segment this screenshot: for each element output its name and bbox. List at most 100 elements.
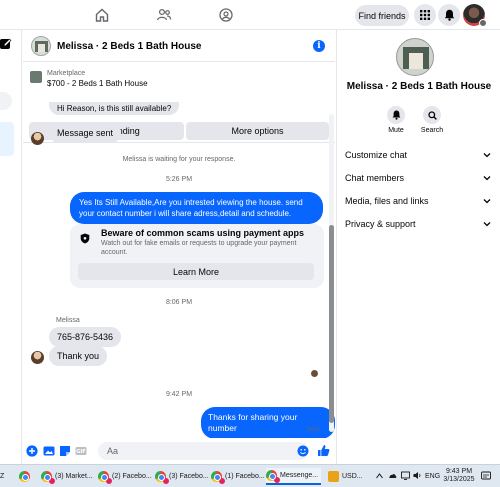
listing-title[interactable]: $700 - 2 Beds 1 Bath House bbox=[47, 79, 148, 88]
menu-grid-icon bbox=[420, 10, 430, 20]
mute-action[interactable]: Mute bbox=[381, 106, 411, 134]
currency-label: USD... bbox=[342, 473, 363, 480]
house-photo bbox=[35, 41, 48, 52]
search-icon bbox=[427, 110, 437, 120]
tray-overflow-chevron-icon[interactable] bbox=[376, 473, 383, 479]
message-bubble-incoming[interactable]: Message sent bbox=[49, 123, 122, 143]
taskbar-item-marketplace[interactable]: (3) Market... bbox=[41, 468, 93, 485]
network-icon[interactable] bbox=[401, 471, 410, 480]
clock-date: 3/13/2025 bbox=[443, 476, 475, 483]
chats-sidebar-strip bbox=[0, 30, 22, 464]
taskbar-item-facebook-3[interactable]: (3) Facebo... bbox=[155, 468, 209, 485]
taskbar-item-label: (2) Facebo... bbox=[112, 473, 152, 480]
taskbar-item-messenger[interactable]: Messenge... bbox=[266, 468, 322, 485]
chat-members-section[interactable]: Chat members bbox=[345, 168, 493, 188]
notifications-button[interactable] bbox=[438, 4, 460, 26]
profile-avatar[interactable] bbox=[463, 4, 487, 27]
windows-taskbar: Z (3) Market... (2) Facebo... (3) Facebo… bbox=[0, 464, 500, 487]
chrome-icon bbox=[98, 471, 112, 484]
chrome-icon bbox=[155, 471, 169, 484]
conversation-details-panel: Melissa · 2 Beds 1 Bath House Mute Searc… bbox=[336, 30, 500, 464]
taskbar-currency-widget[interactable]: USD... bbox=[328, 468, 363, 485]
gif-icon[interactable]: GIF bbox=[75, 445, 87, 457]
like-icon[interactable] bbox=[317, 444, 330, 457]
customize-chat-section[interactable]: Customize chat bbox=[345, 145, 493, 165]
conversation-pane: Melissa · 2 Beds 1 Bath House i Marketpl… bbox=[23, 30, 335, 464]
mute-label: Mute bbox=[388, 127, 404, 134]
emoji-icon[interactable] bbox=[297, 445, 309, 457]
top-navigation-bar: Find friends bbox=[0, 0, 500, 30]
messages-scrollbar-thumb[interactable] bbox=[329, 225, 334, 423]
bell-icon bbox=[392, 110, 400, 120]
clock-time: 9:43 PM bbox=[445, 468, 473, 475]
sender-name: Melissa bbox=[56, 317, 80, 324]
taskbar-item-label: (3) Facebo... bbox=[169, 473, 209, 480]
section-label: Media, files and links bbox=[345, 196, 429, 206]
currency-icon bbox=[328, 471, 339, 482]
chrome-icon bbox=[211, 471, 225, 484]
info-icon[interactable]: i bbox=[313, 40, 325, 52]
photo-icon[interactable] bbox=[43, 445, 55, 457]
shield-icon bbox=[80, 233, 90, 244]
chrome-icon bbox=[266, 470, 280, 483]
clock[interactable]: 9:43 PM 3/13/2025 bbox=[442, 468, 476, 484]
add-attachment-icon[interactable] bbox=[26, 445, 38, 457]
message-composer: GIF bbox=[23, 438, 335, 464]
message-timestamp: 8:06 PM bbox=[165, 299, 193, 306]
more-options-button[interactable]: More options bbox=[186, 122, 329, 140]
learn-more-button[interactable]: Learn More bbox=[78, 263, 314, 280]
message-bubble-outgoing[interactable]: Yes Its Still Available,Are you intreste… bbox=[70, 192, 323, 224]
active-conversation-edge[interactable] bbox=[0, 122, 14, 156]
chrome-icon bbox=[19, 471, 30, 482]
taskbar-chrome[interactable] bbox=[19, 468, 33, 485]
scam-warning-title: Beware of common scams using payment app… bbox=[101, 228, 305, 238]
sticker-icon[interactable] bbox=[59, 445, 71, 457]
chat-search-input-edge[interactable] bbox=[0, 92, 12, 110]
start-button-label: Z bbox=[0, 473, 5, 480]
friends-icon[interactable] bbox=[156, 7, 172, 23]
taskbar-item-facebook-1[interactable]: (1) Facebo... bbox=[211, 468, 265, 485]
seen-receipt-avatar bbox=[311, 370, 318, 377]
conversation-title[interactable]: Melissa · 2 Beds 1 Bath House bbox=[57, 41, 202, 52]
home-icon[interactable] bbox=[94, 7, 110, 23]
house-photo bbox=[403, 47, 429, 69]
sender-avatar[interactable] bbox=[31, 351, 44, 364]
search-label: Search bbox=[420, 127, 444, 134]
message-bubble-incoming-partial[interactable]: Hi Reason, is this still available? bbox=[49, 102, 180, 115]
message-bubble-incoming[interactable]: 765-876-5436 bbox=[49, 327, 122, 347]
onedrive-cloud-icon[interactable] bbox=[388, 471, 397, 480]
section-label: Chat members bbox=[345, 173, 405, 183]
groups-icon[interactable] bbox=[218, 7, 234, 23]
conversation-avatar[interactable] bbox=[31, 36, 51, 56]
waiting-notice: Melissa is waiting for your response. bbox=[122, 156, 236, 163]
marketplace-label: Marketplace bbox=[47, 70, 86, 77]
chevron-down-icon bbox=[483, 199, 491, 204]
details-avatar[interactable] bbox=[396, 38, 434, 76]
media-files-links-section[interactable]: Media, files and links bbox=[345, 191, 493, 211]
menu-grid-button[interactable] bbox=[414, 4, 436, 26]
details-name: Melissa · 2 Beds 1 Bath House bbox=[346, 81, 492, 92]
sender-avatar[interactable] bbox=[31, 132, 44, 145]
message-input[interactable] bbox=[98, 442, 308, 460]
message-bubble-outgoing[interactable]: Thanks for sharing your number bbox=[201, 407, 335, 439]
taskbar-item-label: Messenge... bbox=[280, 472, 319, 479]
search-action[interactable]: Search bbox=[417, 106, 447, 134]
find-friends-button[interactable]: Find friends bbox=[355, 5, 409, 26]
listing-thumbnail[interactable] bbox=[30, 71, 42, 83]
message-timestamp: 5:26 PM bbox=[165, 176, 193, 183]
language-indicator[interactable]: ENG bbox=[425, 473, 440, 481]
message-bubble-incoming[interactable]: Thank you bbox=[49, 346, 108, 366]
notification-center-icon[interactable] bbox=[481, 471, 491, 481]
scam-warning-text: Watch out for fake emails or requests to… bbox=[101, 240, 297, 256]
volume-icon[interactable] bbox=[413, 471, 422, 480]
privacy-support-section[interactable]: Privacy & support bbox=[345, 214, 493, 234]
notifications-bell-icon bbox=[444, 9, 454, 21]
conversation-header: Melissa · 2 Beds 1 Bath House i bbox=[23, 30, 335, 62]
start-button[interactable]: Z bbox=[0, 468, 4, 485]
sent-status: Sent bbox=[306, 427, 319, 433]
chevron-down-icon bbox=[483, 176, 491, 181]
section-label: Privacy & support bbox=[345, 219, 416, 229]
message-timestamp: 9:42 PM bbox=[165, 391, 193, 398]
taskbar-item-facebook-2[interactable]: (2) Facebo... bbox=[98, 468, 152, 485]
new-message-icon[interactable] bbox=[0, 38, 12, 50]
